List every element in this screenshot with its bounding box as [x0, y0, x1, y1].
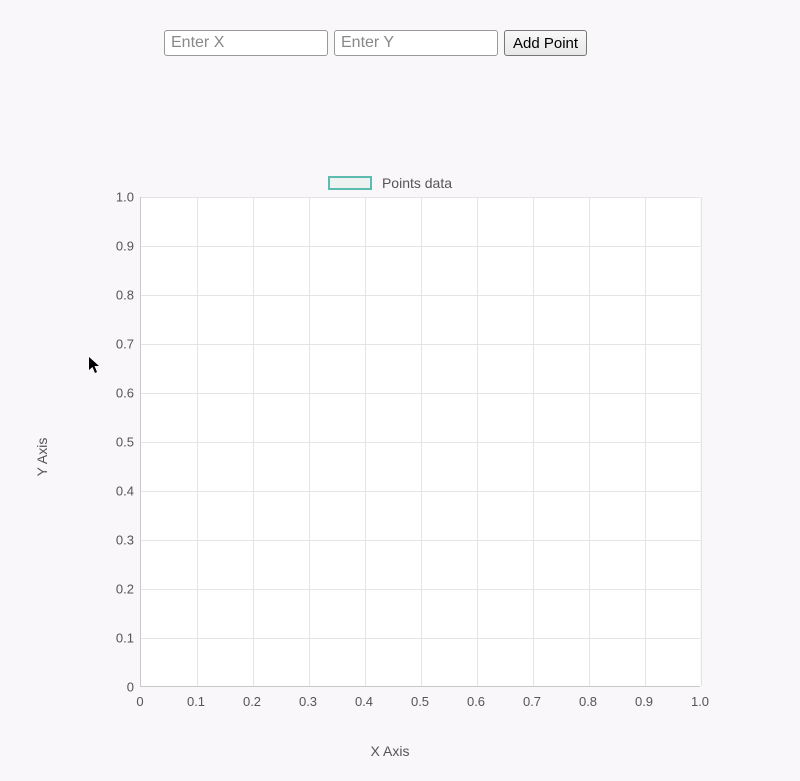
- y-tick: 0.4: [110, 484, 134, 499]
- y-tick: 0.3: [110, 533, 134, 548]
- y-axis-label: Y Axis: [34, 438, 50, 477]
- x-tick: 0.6: [467, 694, 485, 709]
- x-tick: 0: [136, 694, 143, 709]
- x-tick: 0.3: [299, 694, 317, 709]
- x-tick: 0.5: [411, 694, 429, 709]
- add-point-button[interactable]: Add Point: [504, 30, 587, 56]
- y-tick: 0.5: [110, 435, 134, 450]
- y-tick: 0.2: [110, 582, 134, 597]
- y-tick: 0.1: [110, 631, 134, 646]
- y-tick: 0.7: [110, 337, 134, 352]
- x-tick: 0.2: [243, 694, 261, 709]
- legend-label: Points data: [382, 175, 452, 191]
- x-tick: 0.1: [187, 694, 205, 709]
- grid-line: [141, 491, 700, 492]
- grid-line: [141, 442, 700, 443]
- x-tick: 0.4: [355, 694, 373, 709]
- y-tick: 0.8: [110, 288, 134, 303]
- grid-line: [141, 295, 700, 296]
- grid-line: [141, 393, 700, 394]
- x-tick: 1.0: [691, 694, 709, 709]
- grid-line: [701, 197, 702, 686]
- x-tick: 0.9: [635, 694, 653, 709]
- y-tick: 0: [110, 680, 134, 695]
- legend-swatch-icon: [328, 176, 372, 190]
- y-tick: 1.0: [110, 190, 134, 205]
- grid-line: [141, 344, 700, 345]
- input-controls: Add Point: [164, 30, 587, 56]
- plot-container: Y Axis X Axis 00.10.20.30.40.50.60.70.80…: [70, 197, 710, 717]
- grid-line: [141, 540, 700, 541]
- grid-line: [141, 589, 700, 590]
- x-tick: 0.8: [579, 694, 597, 709]
- y-tick: 0.6: [110, 386, 134, 401]
- x-tick: 0.7: [523, 694, 541, 709]
- grid-line: [141, 246, 700, 247]
- y-tick: 0.9: [110, 239, 134, 254]
- x-axis-label: X Axis: [371, 743, 410, 759]
- y-input[interactable]: [334, 30, 498, 56]
- grid-line: [141, 638, 700, 639]
- chart: Points data Y Axis X Axis 00.10.20.30.40…: [70, 175, 710, 717]
- chart-legend: Points data: [70, 175, 710, 191]
- grid-line: [141, 197, 700, 198]
- x-input[interactable]: [164, 30, 328, 56]
- plot-area[interactable]: [140, 197, 700, 687]
